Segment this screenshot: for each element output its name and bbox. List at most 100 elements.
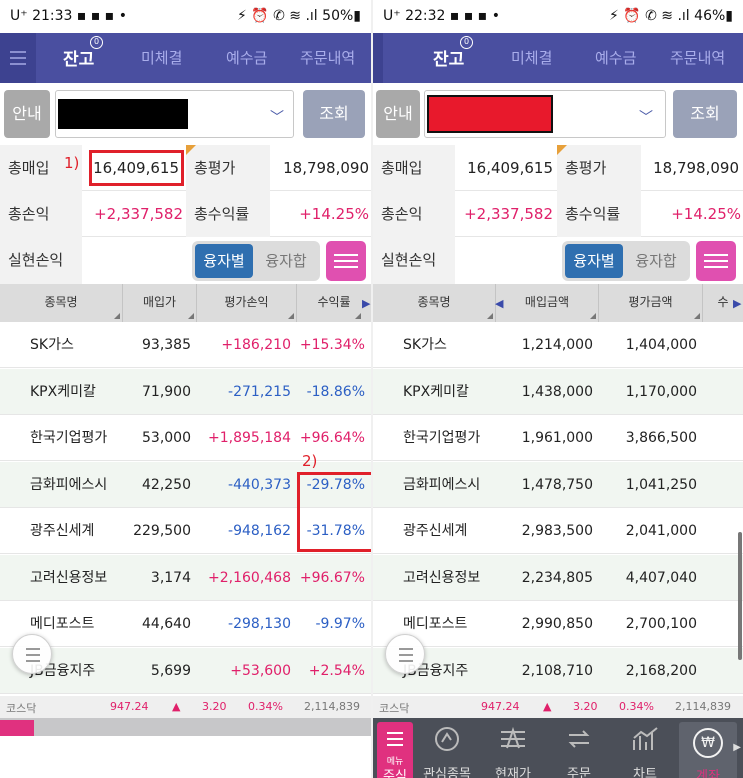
tab-unfilled[interactable]: 미체결 — [141, 47, 182, 68]
chevron-down-icon: ﹀ — [639, 110, 653, 126]
table-row[interactable]: JB금융지주 5,699 +53,600 +2.54% — [0, 647, 371, 694]
value-eval-total: 18,798,090 — [283, 159, 369, 177]
nav-item-chart[interactable]: 차트 — [615, 718, 675, 778]
margin-toggle[interactable]: 융자별 융자합 — [192, 241, 320, 281]
index-ticker: 코스닥 947.24 ▲ 3.20 0.34% 2,114,839 — [0, 696, 371, 718]
tab-order-history[interactable]: 주문내역 — [300, 47, 355, 68]
table-row[interactable]: 한국기업평가 1,961,000 3,866,500 — [373, 415, 743, 461]
toggle-margin-sum[interactable]: 융자합 — [626, 244, 686, 278]
nav-label: 주식 — [377, 765, 413, 778]
col-header-rate[interactable]: 수익률 — [297, 284, 371, 322]
chart-icon — [633, 727, 658, 750]
tab-unfilled[interactable]: 미체결 — [511, 47, 552, 68]
floating-menu-button[interactable] — [12, 634, 52, 674]
query-button[interactable]: 조회 — [673, 90, 737, 138]
toggle-by-margin[interactable]: 융자별 — [565, 244, 623, 278]
marker-corner — [186, 145, 196, 155]
col-header-name[interactable]: 종목명 — [0, 284, 123, 322]
cell-eval-pl: -271,215 — [228, 383, 291, 400]
table-row[interactable]: KPX케미칼 1,438,000 1,170,000 — [373, 368, 743, 415]
tab-balance[interactable]: 잔고 — [433, 45, 464, 70]
screen-2: U⁺ 22:32 ▪ ▪ ▪ • ⚡ ⏰ ✆ ≋ .ıl 46%▮ 잔고 0 미… — [373, 0, 743, 778]
toggle-by-margin[interactable]: 융자별 — [195, 244, 253, 278]
annotation-label-2: 2) — [302, 452, 318, 470]
table-row[interactable]: 광주신세계 2,983,500 2,041,000 — [373, 508, 743, 554]
status-bar: U⁺ 21:33 ▪ ▪ ▪ • ⚡ ⏰ ✆ ≋ .ıl 50%▮ — [0, 0, 371, 33]
value-buy-total: 16,409,615 — [467, 159, 553, 177]
nav-cutoff — [0, 736, 371, 778]
value-rate: +14.25% — [671, 205, 741, 223]
account-select[interactable]: ﹀ — [55, 90, 294, 138]
cell-eval-amount: 2,041,000 — [625, 523, 697, 539]
table-row[interactable]: 금화피에스시 1,478,750 1,041,250 — [373, 461, 743, 508]
hamburger-icon[interactable] — [0, 33, 36, 83]
account-select[interactable]: ﹀ — [424, 90, 666, 138]
up-arrow-icon: ▲ — [543, 700, 552, 713]
nav-item-order[interactable]: 주문 — [549, 718, 609, 778]
value-eval-total: 18,798,090 — [653, 159, 739, 177]
col-header-eval-amount[interactable]: 평가금액 — [599, 284, 703, 322]
expand-button[interactable] — [696, 241, 736, 281]
cell-buy-amount: 2,983,500 — [521, 523, 593, 539]
table-row[interactable]: 고려신용정보 2,234,805 4,407,040 — [373, 554, 743, 601]
nav-item-stock[interactable]: 주식 — [373, 718, 417, 778]
cell-stock-name: 금화피에스시 — [403, 476, 481, 493]
table-row[interactable]: 메디포스트 2,990,850 2,700,100 — [373, 601, 743, 647]
scroll-right-icon[interactable]: ▶ — [362, 297, 370, 310]
col-header-name[interactable]: 종목명 — [373, 284, 496, 322]
cell-buy-amount: 1,478,750 — [521, 476, 593, 493]
nav-item-quote[interactable]: 현재가 — [483, 718, 543, 778]
cell-stock-name: KPX케미칼 — [30, 383, 96, 400]
table-row[interactable]: SK가스 1,214,000 1,404,000 — [373, 322, 743, 368]
ticker-index: 코스닥 — [379, 702, 410, 715]
tab-order-history[interactable]: 주문내역 — [670, 47, 725, 68]
nav-more-icon[interactable]: ▶ — [733, 742, 741, 753]
hamburger-icon[interactable] — [373, 33, 383, 83]
ticker-pct: 0.34% — [248, 700, 283, 713]
col-header-pl[interactable]: 평가손익 — [197, 284, 297, 322]
label-pl: 총손익 — [373, 191, 455, 237]
table-row[interactable]: SK가스 93,385 +186,210 +15.34% — [0, 322, 371, 368]
cell-return-rate: +96.67% — [299, 569, 365, 586]
col-header-buy-price[interactable]: 매입가 — [123, 284, 197, 322]
battery-icon: ▮ — [725, 8, 733, 24]
value-rate: +14.25% — [299, 205, 369, 223]
index-ticker: 코스닥 947.24 ▲ 3.20 0.34% 2,114,839 — [373, 696, 743, 718]
col-header-buy-amount[interactable]: 매입금액 — [496, 284, 599, 322]
cell-buy-price: 3,174 — [150, 569, 191, 586]
tab-deposit[interactable]: 예수금 — [595, 47, 636, 68]
query-button[interactable]: 조회 — [303, 90, 365, 138]
cell-eval-pl: +1,895,184 — [208, 430, 291, 446]
expand-button[interactable] — [326, 241, 366, 281]
tab-balance[interactable]: 잔고 — [63, 45, 94, 70]
menu-tab-edge[interactable] — [0, 720, 34, 736]
nav-item-watchlist[interactable]: 관심종목 — [417, 718, 477, 778]
cell-stock-name: 광주신세계 — [403, 523, 468, 539]
scroll-right-icon[interactable]: ▶ — [733, 297, 741, 310]
floating-menu-button[interactable] — [385, 634, 425, 674]
scrollbar[interactable] — [738, 532, 742, 660]
cell-stock-name: SK가스 — [30, 337, 74, 353]
cell-stock-name: 금화피에스시 — [30, 476, 108, 493]
table-row[interactable]: 고려신용정보 3,174 +2,160,468 +96.67% — [0, 554, 371, 601]
tab-badge: 0 — [460, 36, 473, 49]
table-row[interactable]: KPX케미칼 71,900 -271,215 -18.86% — [0, 368, 371, 415]
table-row[interactable]: JB금융지주 2,108,710 2,168,200 — [373, 647, 743, 694]
nav-item-account[interactable]: ₩ 계좌 — [679, 722, 737, 778]
guide-button[interactable]: 안내 — [376, 90, 420, 138]
guide-button[interactable]: 안내 — [4, 90, 50, 138]
tab-deposit[interactable]: 예수금 — [226, 47, 267, 68]
cell-eval-amount: 1,404,000 — [625, 337, 697, 353]
label-realized: 실현손익 — [0, 237, 82, 284]
chevron-down-icon: ﹀ — [270, 110, 284, 126]
bottom-nav: 메뉴 주식 관심종목 현재가 주문 차트 ₩ 계좌 ▶ — [373, 718, 743, 778]
label-pl: 총손익 — [0, 191, 82, 237]
ticker-value: 947.24 — [481, 700, 520, 713]
value-pl: +2,337,582 — [464, 205, 553, 223]
cell-eval-pl: +186,210 — [221, 337, 291, 353]
table-row[interactable]: 메디포스트 44,640 -298,130 -9.97% — [0, 601, 371, 647]
battery-level: 50% — [322, 8, 354, 24]
margin-toggle[interactable]: 융자별 융자합 — [562, 241, 690, 281]
cell-buy-price: 229,500 — [133, 523, 191, 539]
toggle-margin-sum[interactable]: 융자합 — [256, 244, 316, 278]
